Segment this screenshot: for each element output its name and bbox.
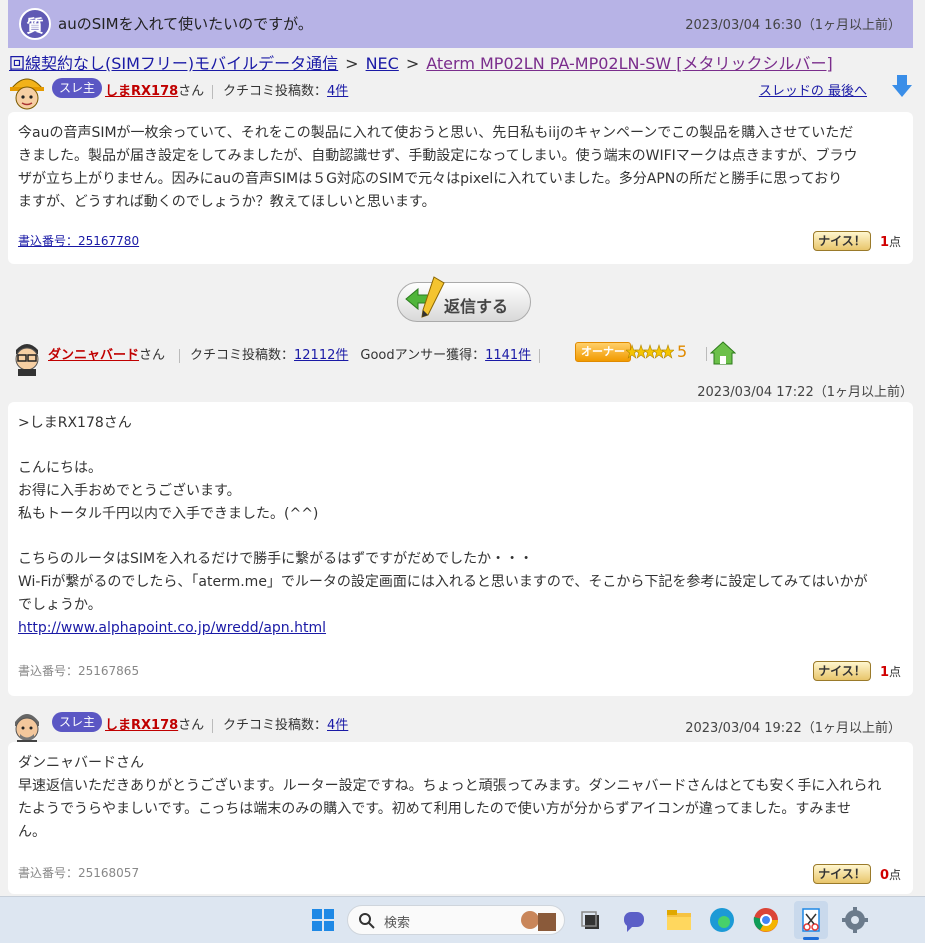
post-number: 書込番号：25167865 [18, 664, 140, 678]
breadcrumb: 回線契約なし(SIMフリー)モバイルデータ通信 > NEC > Aterm MP02LN… [9, 50, 833, 74]
breadcrumb-category[interactable]: 回線契約なし(SIMフリー)モバイルデータ通信 [9, 54, 338, 73]
post-3-body: ダンニャバードさん 早速返信いただきありがとうございます。ルーター設定ですね。ち… [18, 752, 903, 844]
kuchikomi-count-link[interactable]: 12112件 [294, 348, 348, 363]
post-line: 今auの音声SIMが一枚余っていて、それをこの製品に入れて使おうと思い、先日私も… [18, 125, 854, 141]
reference-link[interactable]: http://www.alphapoint.co.jp/wredd/apn.ht… [18, 620, 326, 636]
post-line: きました。製品が届き設定をしてみましたが、自動認識せず、手動設定になってしまい。… [18, 148, 858, 164]
thread-owner-badge: スレ主 [52, 78, 103, 98]
arrow-down-icon[interactable] [891, 74, 913, 98]
post-line: ザが立ち上がりません。因みにauの音声SIMは５G対応のSIMで元々はpixel… [18, 171, 843, 187]
post-2-user-row: ダンニャバードさん クチコミ投稿数：12112件 Goodアンサー獲得：1141件… [8, 336, 913, 376]
nice-button[interactable]: ナイス！ [813, 661, 871, 681]
post-line: ますが、どうすれば動くのでしょうか？教えてほしいと思います。 [18, 194, 436, 210]
post-line: でしょうか。 [18, 597, 102, 613]
windows-start-icon[interactable] [308, 905, 338, 935]
search-placeholder: 検索 [384, 916, 411, 931]
task-view-icon[interactable] [576, 905, 606, 935]
nice-points: 0点 [879, 868, 901, 883]
kuchikomi-count-link[interactable]: 4件 [327, 84, 348, 99]
username-link[interactable]: ダンニャバード [48, 348, 139, 363]
post-line: 私もトータル千円以内で入手できました。(^^) [18, 506, 319, 522]
post-2-body: >しまRX178さん こんにちは。 お得に入手おめでとうございます。 私もトータ… [18, 412, 903, 640]
active-app-indicator [803, 937, 819, 940]
breadcrumb-product[interactable]: Aterm MP02LN PA-MP02LN-SW [メタリックシルバー] [426, 54, 833, 73]
post-1-username: しまRX178さん [105, 84, 205, 99]
breadcrumb-maker[interactable]: NEC [366, 54, 399, 73]
username-link[interactable]: しまRX178 [105, 84, 178, 99]
post-line: こんにちは。 [18, 460, 102, 476]
nice-points: 1点 [879, 235, 901, 250]
post-number: 書込番号：25167780 [18, 230, 139, 253]
settings-gear-icon[interactable] [840, 905, 870, 935]
post-2-meta: クチコミ投稿数：12112件 Goodアンサー獲得：1141件 [171, 344, 550, 363]
post-2-username: ダンニャバードさん [48, 348, 166, 363]
good-answer-count-link[interactable]: 1141件 [485, 348, 531, 363]
post-line: こちらのルータはSIMを入れるだけで勝手に繋がるはずですがだめでしたか・・・ [18, 551, 534, 567]
edge-browser-icon[interactable] [707, 905, 737, 935]
taskbar: 検索 [0, 896, 925, 943]
post-3-card: ダンニャバードさん 早速返信いただきありがとうございます。ルーター設定ですね。ち… [8, 742, 913, 894]
post-line: Wi-Fiが繋がるのでしたら、「aterm.me」でルータの設定画面には入れると… [18, 574, 868, 590]
owner-badge[interactable]: オーナー [575, 342, 631, 362]
chat-icon[interactable] [619, 905, 649, 935]
search-icon [359, 913, 375, 929]
post-3-username: しまRX178さん [105, 718, 205, 733]
post-line: お得に入手おめでとうございます。 [18, 483, 241, 499]
search-highlight-icon [521, 911, 556, 931]
chrome-browser-icon[interactable] [751, 905, 781, 935]
question-title: auのSIMを入れて使いたいのですが。 [58, 15, 313, 33]
post-line [18, 526, 903, 548]
rating-value: 5 [677, 342, 688, 361]
post-line: ダンニャバードさん [18, 755, 144, 771]
pencil-arrow-icon [405, 276, 445, 318]
post-1-meta: クチコミ投稿数：4件 [204, 80, 348, 99]
username-link[interactable]: しまRX178 [105, 718, 178, 733]
post-3-user-row: スレ主 しまRX178さん クチコミ投稿数：4件 2023/03/04 19:2… [8, 706, 913, 746]
post-1-card: 今auの音声SIMが一枚余っていて、それをこの製品に入れて使おうと思い、先日私も… [8, 112, 913, 264]
question-header: 質 auのSIMを入れて使いたいのですが。 2023/03/04 16:30（1… [8, 0, 913, 48]
nice-button[interactable]: ナイス！ [813, 864, 871, 884]
to-last-link[interactable]: スレッドの 最後へ [759, 80, 867, 99]
post-1-user-row: スレ主 しまRX178さん クチコミ投稿数：4件 スレッドの 最後へ [8, 72, 913, 112]
question-badge: 質 [19, 8, 51, 40]
post-line: 早速返信いただきありがとうございます。ルーター設定ですね。ちょっと頑張ってみます… [18, 778, 882, 794]
avatar-man-icon[interactable] [8, 706, 46, 746]
home-icon[interactable] [710, 341, 736, 365]
taskbar-search[interactable]: 検索 [347, 905, 565, 935]
post-3-meta: クチコミ投稿数：4件 [204, 714, 348, 733]
reply-button-label: 返信する [444, 297, 509, 316]
post-2-card: >しまRX178さん こんにちは。 お得に入手おめでとうございます。 私もトータ… [8, 402, 913, 696]
kuchikomi-count-link[interactable]: 4件 [327, 718, 348, 733]
post-1-body: 今auの音声SIMが一枚余っていて、それをこの製品に入れて使おうと思い、先日私も… [18, 122, 903, 214]
post-number-link[interactable]: 書込番号：25167780 [18, 234, 139, 248]
post-3-datetime: 2023/03/04 19:22（1ヶ月以上前） [685, 721, 901, 736]
file-explorer-icon[interactable] [664, 905, 694, 935]
post-line [18, 435, 903, 457]
rating-stars-icon [626, 344, 674, 359]
post-line: たようでうらやましいです。こっちは端末のみの購入です。初めて利用したので使い方が… [18, 801, 851, 817]
nice-button[interactable]: ナイス！ [813, 231, 871, 251]
question-datetime: 2023/03/04 16:30（1ヶ月以上前） [685, 18, 901, 33]
post-number: 書込番号：25168057 [18, 866, 140, 880]
snipping-tool-icon[interactable] [796, 905, 826, 935]
thread-owner-badge: スレ主 [52, 712, 103, 732]
breadcrumb-separator: > [405, 54, 420, 73]
post-line: >しまRX178さん [18, 415, 132, 431]
avatar-glasses-icon[interactable] [8, 336, 46, 376]
avatar-helmet-icon[interactable] [8, 72, 46, 112]
post-line: ん。 [18, 824, 46, 840]
post-2-datetime: 2023/03/04 17:22（1ヶ月以上前） [697, 385, 913, 400]
reply-button[interactable]: 返信する [397, 276, 531, 322]
nice-points: 1点 [879, 665, 901, 680]
breadcrumb-separator: > [345, 54, 359, 73]
